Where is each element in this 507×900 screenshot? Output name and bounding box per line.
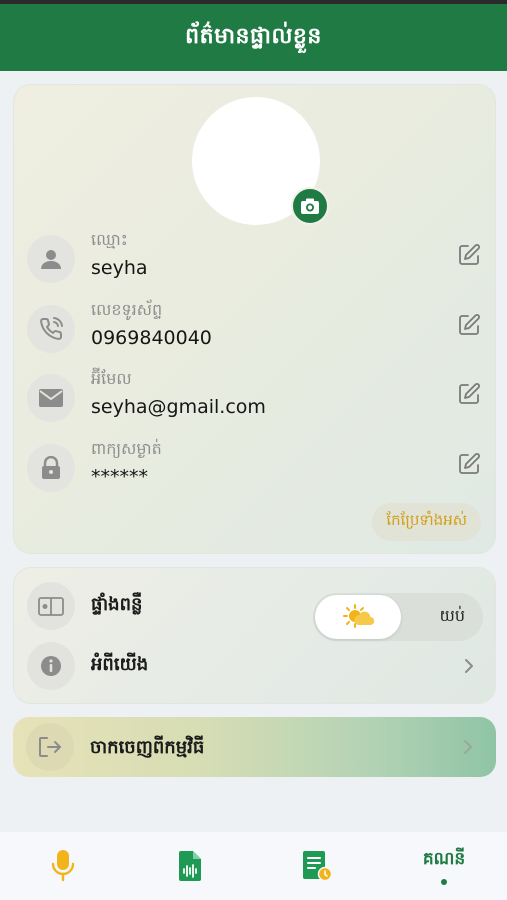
document-history-icon [303, 851, 333, 882]
day-option[interactable] [315, 595, 401, 639]
theme-icon [27, 582, 75, 630]
info-icon [27, 642, 75, 690]
edit-password-button[interactable] [455, 450, 483, 478]
mail-icon [27, 374, 75, 422]
edit-phone-button[interactable] [455, 311, 483, 339]
edit-icon [459, 244, 480, 265]
lock-icon [27, 444, 75, 492]
avatar-wrapper [192, 97, 329, 225]
change-photo-button[interactable] [291, 187, 329, 225]
edit-all-button[interactable]: កែប្រែទាំងអស់ [372, 503, 481, 541]
nav-history[interactable] [254, 832, 380, 900]
microphone-icon [51, 850, 75, 882]
edit-icon [459, 383, 480, 404]
chevron-right-icon [459, 652, 479, 680]
page-title: ព័ត៌មានផ្ទាល់ខ្លួន [185, 23, 322, 49]
profile-card: ឈ្មោះ seyha លេខទូរស័ព្ទ 0969840040 អ៊ីមែ… [13, 84, 496, 554]
logout-icon [26, 723, 74, 771]
sun-cloud-icon [343, 604, 375, 628]
name-field-row: ឈ្មោះ seyha [14, 229, 497, 295]
nav-account-label: គណនី [422, 848, 466, 869]
edit-email-button[interactable] [455, 380, 483, 408]
phone-icon [27, 305, 75, 353]
edit-icon [459, 453, 480, 474]
password-label: ពាក្យសម្ងាត់ [91, 439, 162, 458]
nav-record[interactable] [0, 832, 126, 900]
logout-label: ចាកចេញពីកម្មវិធី [90, 737, 205, 758]
active-indicator [441, 878, 447, 885]
phone-value: 0969840040 [91, 327, 212, 349]
theme-row: ផ្ទាំងពន្លឺ យប់ [14, 578, 497, 641]
audio-file-icon [179, 851, 201, 881]
settings-card: ផ្ទាំងពន្លឺ យប់ អំពីយើង [13, 567, 496, 704]
password-field-row: ពាក្យសម្ងាត់ ****** [14, 438, 497, 504]
nav-account[interactable]: គណនី [381, 832, 507, 900]
name-value: seyha [91, 257, 148, 279]
user-icon [27, 235, 75, 283]
chevron-right-icon [458, 733, 478, 761]
nav-audio-files[interactable] [127, 832, 253, 900]
camera-icon [301, 198, 319, 214]
edit-name-button[interactable] [455, 241, 483, 269]
edit-icon [459, 314, 480, 335]
email-value: seyha@gmail.com [91, 396, 266, 418]
about-row[interactable]: អំពីយើង [14, 638, 497, 694]
name-label: ឈ្មោះ [91, 230, 128, 249]
logout-button[interactable]: ចាកចេញពីកម្មវិធី [13, 717, 496, 777]
theme-toggle[interactable]: យប់ [313, 593, 483, 641]
night-option[interactable]: យប់ [440, 605, 465, 629]
email-field-row: អ៊ីមែល seyha@gmail.com [14, 368, 497, 434]
bottom-navigation: គណនី [0, 832, 507, 900]
email-label: អ៊ីមែល [91, 369, 132, 388]
page-header: ព័ត៌មានផ្ទាល់ខ្លួន [0, 4, 507, 71]
about-label: អំពីយើង [91, 654, 149, 675]
phone-label: លេខទូរស័ព្ទ [91, 300, 163, 319]
phone-field-row: លេខទូរស័ព្ទ 0969840040 [14, 299, 497, 365]
password-value: ****** [91, 466, 148, 488]
theme-label: ផ្ទាំងពន្លឺ [91, 594, 143, 615]
